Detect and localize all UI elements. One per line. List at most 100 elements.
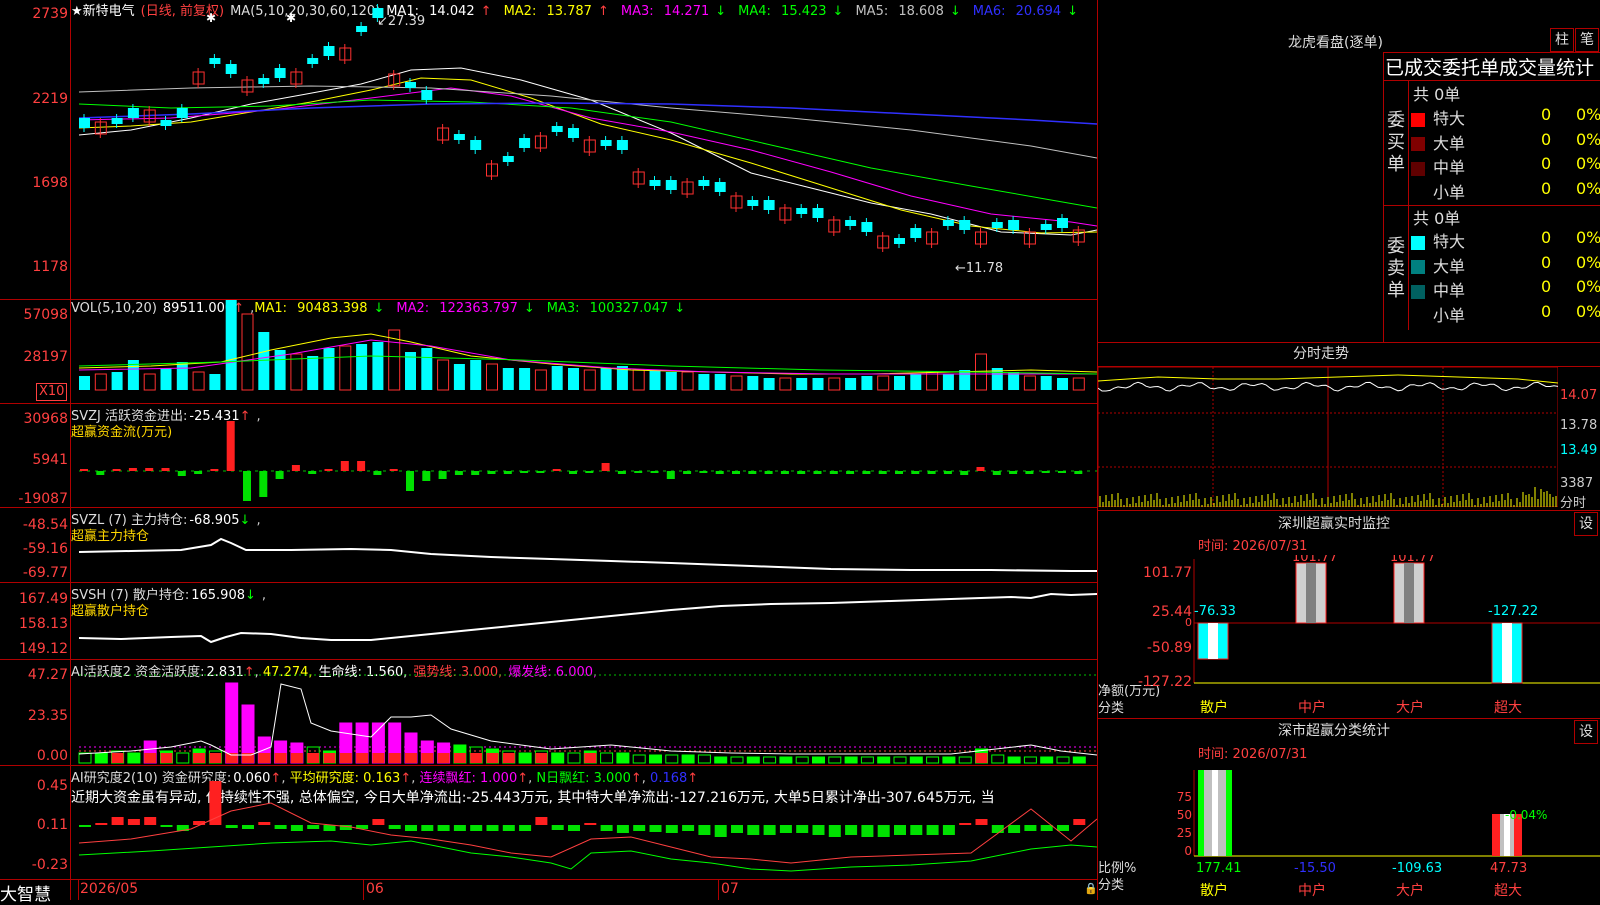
sz-monitor-value-label: 101.77	[1292, 555, 1338, 565]
ai-active-bar	[665, 754, 679, 764]
candle-body	[714, 182, 726, 192]
ai-active-bar	[714, 756, 728, 764]
candle	[632, 168, 645, 188]
ai-research-green-line	[78, 840, 1097, 872]
ai-active-bar	[1056, 756, 1070, 764]
sz-monitor-bar: -76.33	[1194, 604, 1236, 660]
candle	[192, 68, 205, 88]
volume-bar	[405, 352, 416, 390]
ai-research-bar	[682, 825, 695, 831]
volume-bar	[942, 374, 954, 390]
sz-monitor-settings-button[interactable]: 设	[1574, 512, 1598, 536]
candle	[372, 4, 384, 22]
candle	[747, 196, 759, 210]
sz-stats-value-label: -15.50	[1294, 861, 1336, 876]
sz-stats-value-label: -109.63	[1392, 861, 1442, 876]
sz-monitor-bars: -76.33 101.77 101.77 -127.22	[1194, 555, 1538, 684]
vol-unit-badge[interactable]: X10	[36, 383, 68, 401]
candle-body	[258, 78, 270, 84]
candle-body	[1057, 218, 1068, 228]
ai-active-bar	[1072, 756, 1086, 764]
candle	[877, 232, 890, 252]
svzj-bar	[536, 471, 545, 473]
candle-body	[959, 220, 971, 230]
candle	[1008, 216, 1020, 234]
candle	[551, 122, 563, 136]
candle-body	[356, 26, 368, 32]
ai-research-bar	[535, 817, 548, 825]
ai-research-bar	[600, 825, 613, 831]
svzj-bar	[96, 471, 105, 475]
ai-research-bars	[79, 781, 1086, 837]
ai-active-bar	[828, 756, 842, 764]
candle	[1057, 214, 1068, 232]
volume-bar	[665, 372, 677, 390]
y-tick: -127.22	[1137, 674, 1192, 690]
sz-stats-settings-button[interactable]: 设	[1574, 720, 1598, 744]
ai-active-bar	[1023, 756, 1037, 764]
candle	[926, 228, 939, 248]
sz-stats-bar: 177.41	[1196, 770, 1242, 876]
sz-monitor-value-label: 101.77	[1390, 555, 1436, 565]
candle	[600, 136, 612, 150]
ai-active-chart	[78, 674, 1097, 764]
svzj-bar	[1058, 471, 1066, 473]
candle	[845, 216, 857, 230]
candle	[486, 160, 498, 180]
y-tick: 167.49	[19, 591, 68, 607]
y-tick: 0.00	[36, 748, 68, 764]
candle-body	[649, 180, 661, 186]
candle	[568, 124, 579, 142]
color-swatch-icon	[1411, 112, 1425, 127]
candle	[730, 192, 743, 212]
x-tick: 07	[721, 881, 739, 897]
sz-monitor-bar: -127.22	[1488, 604, 1538, 684]
tick-mode-button[interactable]: 笔	[1575, 28, 1599, 52]
chart-area[interactable]: ★新特电气 (日线, 前复权) MA(5,10,20,30,60,120) MA1: …	[0, 0, 1098, 905]
lhb-row: 大单 0 0%	[1411, 253, 1600, 277]
svzj-bar	[748, 471, 757, 474]
candle-body	[111, 118, 123, 124]
sz-stats-bars: 177.41 -15.50 -109.63 47.73	[1196, 770, 1527, 876]
ai-active-bar	[877, 756, 891, 764]
svzj-bar	[976, 467, 985, 471]
ai-active-bar	[926, 756, 940, 764]
ai-research-bar	[470, 825, 483, 831]
svzj-bar	[846, 471, 855, 474]
price-chart[interactable]: ✱ ✱	[71, 0, 1097, 298]
ai-active-bar	[453, 744, 467, 764]
ai-research-bar	[1057, 825, 1069, 831]
svzj-bar	[438, 471, 447, 479]
volume-bar	[730, 375, 743, 391]
lock-icon[interactable]: 🔒	[1084, 882, 1098, 895]
ai-active-bar	[697, 754, 711, 764]
svzj-bar	[340, 461, 349, 471]
volume-bar	[551, 366, 563, 390]
bar-mode-button[interactable]: 柱	[1550, 28, 1574, 52]
right-panels: 龙虎看盘(逐单) 柱 笔 已成交委托单成交量统计 委买单 共 0单 特大 0 0% 大…	[1098, 0, 1600, 900]
candle	[453, 130, 465, 144]
ai-active-bar	[583, 750, 597, 764]
svzj-bar	[112, 469, 121, 471]
volume-bar	[143, 373, 156, 391]
ai-research-bar	[714, 825, 727, 837]
y-tick: 101.77	[1143, 565, 1192, 581]
ai-research-bar	[894, 825, 906, 835]
ai-research-bar	[763, 825, 776, 835]
y-tick: 5941	[32, 452, 68, 468]
volume-bar	[763, 378, 775, 390]
intraday-chart[interactable]	[1098, 367, 1558, 507]
sz-stats-bar: -15.50	[1294, 861, 1336, 876]
candle-body	[910, 228, 922, 238]
y-tick: 2739	[32, 6, 68, 22]
ai-research-bar	[779, 825, 792, 833]
ai-research-bar	[991, 825, 1004, 833]
ai-active-bar	[844, 756, 858, 764]
svzj-bar	[960, 471, 969, 475]
candle-body	[519, 138, 531, 148]
ai-active-bar	[111, 750, 125, 764]
ai-research-bar	[127, 819, 140, 825]
candle-body	[796, 208, 808, 214]
volume-bar	[1008, 372, 1020, 390]
ai-research-bar	[796, 825, 809, 833]
